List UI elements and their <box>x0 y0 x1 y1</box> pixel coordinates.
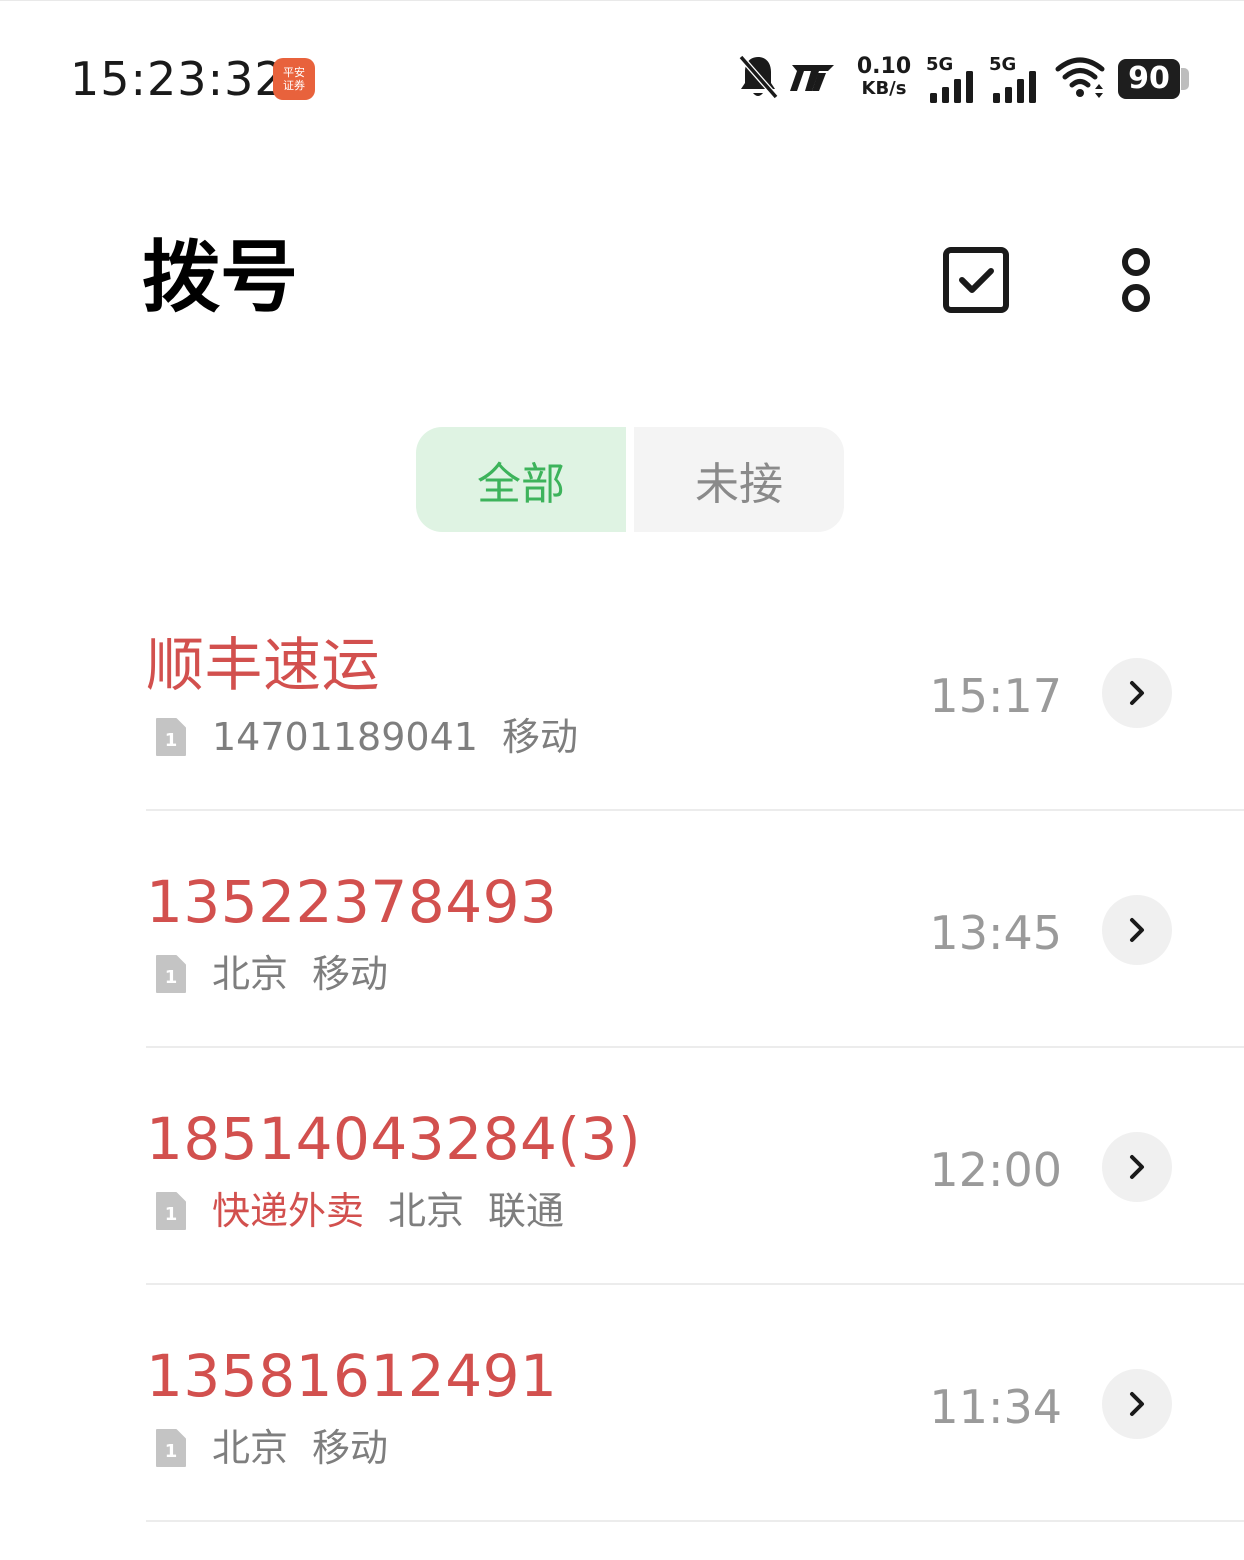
caller-number: 14701189041 <box>212 715 478 759</box>
sim-slot-label: 1 <box>165 967 178 988</box>
caller-location: 北京 <box>212 1426 289 1470</box>
status-time: 15:23:32 <box>70 52 285 106</box>
sim-card-icon: 1 <box>156 955 186 993</box>
sim-slot-label: 1 <box>165 730 178 751</box>
chevron-right-icon <box>1130 918 1144 942</box>
call-detail-button[interactable] <box>1102 658 1172 728</box>
caller-name: 13522378493 <box>146 868 558 936</box>
caller-carrier: 移动 <box>501 715 578 759</box>
row-divider <box>146 1520 1244 1522</box>
caller-carrier: 联通 <box>488 1189 565 1233</box>
signal-icon: 5G <box>926 55 980 103</box>
call-detail-button[interactable] <box>1102 1132 1172 1202</box>
network-mode-icon <box>790 65 834 91</box>
battery-icon: 90 <box>1118 59 1180 99</box>
call-log-row[interactable]: 18514043284(3) 1 快递外卖 北京 联通 12:00 <box>0 1048 1244 1285</box>
caller-carrier: 移动 <box>312 1426 389 1470</box>
page-title: 拨号 <box>142 233 299 323</box>
call-log-row[interactable]: 13581612491 1 北京 移动 11:34 <box>0 1285 1244 1522</box>
more-vertical-icon[interactable] <box>1104 240 1168 320</box>
call-detail-button[interactable] <box>1102 1369 1172 1439</box>
wifi-icon <box>1055 57 1105 98</box>
app-badge-line2: 证券 <box>283 79 305 92</box>
tab-all[interactable]: 全部 <box>416 427 626 532</box>
sim-card-icon: 1 <box>156 1192 186 1230</box>
call-log-list: 顺丰速运 1 14701189041 移动 15:17 13522378493 … <box>0 574 1244 1522</box>
call-filter-tabs: 全部 未接 <box>416 427 844 532</box>
call-time: 12:00 <box>929 1143 1062 1197</box>
call-time: 15:17 <box>929 669 1062 723</box>
call-details: 1 快递外卖 北京 联通 <box>154 1184 588 1238</box>
caller-location: 北京 <box>212 952 289 996</box>
network-speed-value: 0.10 <box>856 54 912 79</box>
call-details: 1 14701189041 移动 <box>154 710 602 764</box>
sim-card-icon: 1 <box>156 1429 186 1467</box>
call-log-row[interactable]: 顺丰速运 1 14701189041 移动 15:17 <box>0 574 1244 811</box>
sim-slot-label: 1 <box>165 1441 178 1462</box>
caller-location: 北京 <box>388 1189 465 1233</box>
caller-name: 13581612491 <box>146 1342 558 1410</box>
call-time: 11:34 <box>929 1380 1062 1434</box>
chevron-right-icon <box>1130 1155 1144 1179</box>
app-badge-line1: 平安 <box>283 66 305 79</box>
bell-muted-icon <box>738 55 779 99</box>
call-log-row[interactable]: 13522378493 1 北京 移动 13:45 <box>0 811 1244 1048</box>
caller-carrier: 移动 <box>312 952 389 996</box>
checkbox-edit-icon[interactable] <box>940 244 1012 316</box>
network-speed-unit: KB/s <box>861 78 907 99</box>
battery-tip <box>1181 68 1189 90</box>
call-detail-button[interactable] <box>1102 895 1172 965</box>
sim-card-icon: 1 <box>156 718 186 756</box>
call-details: 1 北京 移动 <box>154 947 412 1001</box>
call-time: 13:45 <box>929 906 1062 960</box>
tab-missed[interactable]: 未接 <box>634 427 844 532</box>
caller-tag: 快递外卖 <box>212 1189 365 1233</box>
caller-name: 顺丰速运 <box>146 631 381 699</box>
sim-slot-label: 1 <box>165 1204 178 1225</box>
app-notification-icon: 平安 证券 <box>273 58 315 100</box>
chevron-right-icon <box>1130 681 1144 705</box>
signal-icon: 5G <box>989 55 1043 103</box>
call-details: 1 北京 移动 <box>154 1421 412 1475</box>
network-speed: 0.10 KB/s <box>856 55 912 99</box>
status-bar: 15:23:32 平安 证券 0.10 KB/s 5G 5G 90 <box>0 0 1244 161</box>
chevron-right-icon <box>1130 1392 1144 1416</box>
caller-name: 18514043284(3) <box>146 1105 642 1173</box>
